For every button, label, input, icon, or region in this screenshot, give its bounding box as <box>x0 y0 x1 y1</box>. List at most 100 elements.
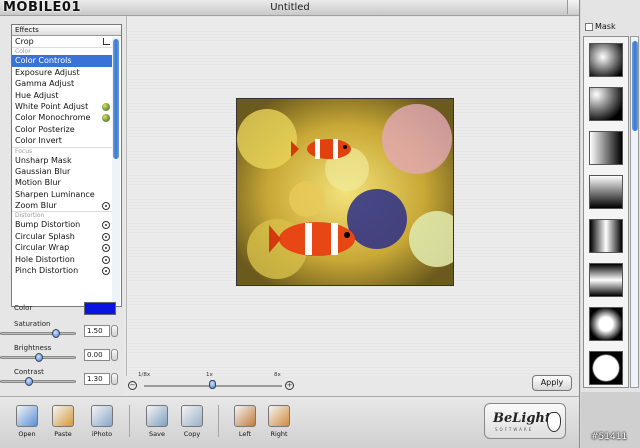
toolbar-separator <box>129 405 130 437</box>
save-icon <box>146 405 168 427</box>
right-button[interactable]: Right <box>264 405 294 438</box>
contrast-field[interactable]: 1.30 <box>84 373 110 385</box>
effect-item[interactable]: Crop <box>12 36 112 47</box>
mask-tile[interactable] <box>589 87 623 121</box>
effect-item[interactable]: Bump Distortion <box>12 219 112 230</box>
effect-item[interactable]: Unsharp Mask <box>12 155 112 166</box>
toolbar-button-label: Open <box>18 430 36 438</box>
mask-panel: Mask <box>581 0 640 448</box>
effect-item[interactable]: Circular Splash <box>12 231 112 242</box>
saturation-slider-knob[interactable] <box>52 329 60 338</box>
mask-tile[interactable] <box>589 131 623 165</box>
zoom-slider[interactable] <box>144 380 282 389</box>
effect-item[interactable]: Zoom Blur <box>12 200 112 211</box>
paste-icon <box>52 405 74 427</box>
watermark-logo: MOBILE01 <box>3 0 81 15</box>
mask-scroll-thumb[interactable] <box>632 41 638 131</box>
left-button[interactable]: Left <box>230 405 260 438</box>
apply-button[interactable]: Apply <box>532 375 572 391</box>
saturation-stepper[interactable] <box>111 325 118 337</box>
mask-tile[interactable] <box>589 43 623 77</box>
mask-checkbox[interactable] <box>585 23 593 31</box>
globe-icon <box>102 102 110 111</box>
copy-icon <box>181 405 203 427</box>
effect-item[interactable]: White Point Adjust <box>12 101 112 112</box>
zoom-in-icon[interactable]: + <box>285 381 294 390</box>
effect-item[interactable]: Color Monochrome <box>12 112 112 123</box>
toolbar-button-label: Copy <box>183 430 201 438</box>
toolbar-button-label: iPhoto <box>91 430 113 438</box>
effects-panel: Effects Crop Color Color Controls Exposure … <box>0 16 124 396</box>
effect-item[interactable]: Gaussian Blur <box>12 166 112 177</box>
zoom-mid-label: 1x <box>206 372 213 378</box>
toolbar-button-label: Left <box>238 430 252 438</box>
effect-item[interactable]: Color Posterize <box>12 124 112 135</box>
effect-item[interactable]: Sharpen Luminance <box>12 189 112 200</box>
brightness-slider[interactable] <box>0 353 76 362</box>
effects-scroll-thumb[interactable] <box>113 39 119 159</box>
iphoto-icon <box>91 405 113 427</box>
zoom-slider-knob[interactable] <box>209 380 216 389</box>
brightness-label: Brightness <box>14 344 52 352</box>
clownfish-photo[interactable] <box>236 98 454 286</box>
effect-item[interactable]: Motion Blur <box>12 177 112 188</box>
save-button[interactable]: Save <box>142 405 172 438</box>
target-icon <box>102 255 110 264</box>
mask-tile[interactable] <box>589 307 623 341</box>
contrast-label: Contrast <box>14 368 44 376</box>
mask-scrollbar[interactable] <box>630 36 639 388</box>
title-bar[interactable]: Untitled <box>0 0 579 16</box>
bottom-toolbar: Open Paste iPhoto Save Copy Left Right BeLight… <box>0 396 579 448</box>
brightness-field[interactable]: 0.00 <box>84 349 110 361</box>
paste-button[interactable]: Paste <box>48 405 78 438</box>
mask-tile[interactable] <box>589 263 623 297</box>
contrast-slider-knob[interactable] <box>24 377 33 386</box>
brightness-stepper[interactable] <box>111 349 118 361</box>
app-root: Untitled Effects Crop Color Color Controls… <box>0 0 640 448</box>
effect-item[interactable]: Hole Distortion <box>12 254 112 265</box>
mask-header: Mask <box>581 18 640 34</box>
photo-image <box>237 99 453 285</box>
effect-item[interactable]: Color Invert <box>12 135 112 146</box>
mask-tile[interactable] <box>589 219 623 253</box>
contrast-slider[interactable] <box>0 377 76 386</box>
effects-list[interactable]: Effects Crop Color Color Controls Exposure … <box>11 24 122 307</box>
effect-item[interactable]: Color Controls <box>12 55 112 67</box>
toolbar-separator <box>218 405 219 437</box>
effect-item[interactable]: Circular Wrap <box>12 242 112 253</box>
effects-rows: Crop Color Color Controls Exposure Adjust Ga… <box>12 36 121 276</box>
brightness-slider-knob[interactable] <box>35 353 43 362</box>
color-well[interactable] <box>84 302 116 315</box>
iphoto-button[interactable]: iPhoto <box>87 405 117 438</box>
effects-scrollbar[interactable] <box>112 37 120 305</box>
copy-button[interactable]: Copy <box>177 405 207 438</box>
target-icon <box>102 244 110 253</box>
color-label: Color <box>14 304 33 312</box>
window-title: Untitled <box>270 2 310 13</box>
window-resize-button[interactable] <box>567 0 579 14</box>
belight-logo: BeLight SOFTWARE <box>484 403 566 439</box>
effects-list-header[interactable]: Effects <box>12 25 121 36</box>
watermark-logo-text: MOBILE01 <box>3 0 81 15</box>
effect-item[interactable]: Hue Adjust <box>12 90 112 101</box>
effect-item[interactable]: Exposure Adjust <box>12 67 112 78</box>
effect-item[interactable]: Gamma Adjust <box>12 78 112 89</box>
main-window: Untitled Effects Crop Color Color Controls… <box>0 0 580 448</box>
saturation-slider[interactable] <box>0 329 76 338</box>
open-icon <box>16 405 38 427</box>
zoom-out-icon[interactable]: − <box>128 381 137 390</box>
rotate-right-icon <box>268 405 290 427</box>
target-icon <box>102 202 110 211</box>
mask-tile[interactable] <box>589 351 623 385</box>
logo-text: BeLight <box>493 411 551 426</box>
mask-tile[interactable] <box>589 175 623 209</box>
effect-item[interactable]: Pinch Distortion <box>12 265 112 276</box>
mask-list[interactable] <box>583 36 629 388</box>
toolbar-button-label: Right <box>270 430 288 438</box>
open-button[interactable]: Open <box>12 405 42 438</box>
effects-group-header: Color <box>12 47 112 55</box>
ladybug-icon <box>547 412 561 432</box>
contrast-stepper[interactable] <box>111 373 118 385</box>
saturation-field[interactable]: 1.50 <box>84 325 110 337</box>
zoom-max-label: 8x <box>274 372 281 378</box>
